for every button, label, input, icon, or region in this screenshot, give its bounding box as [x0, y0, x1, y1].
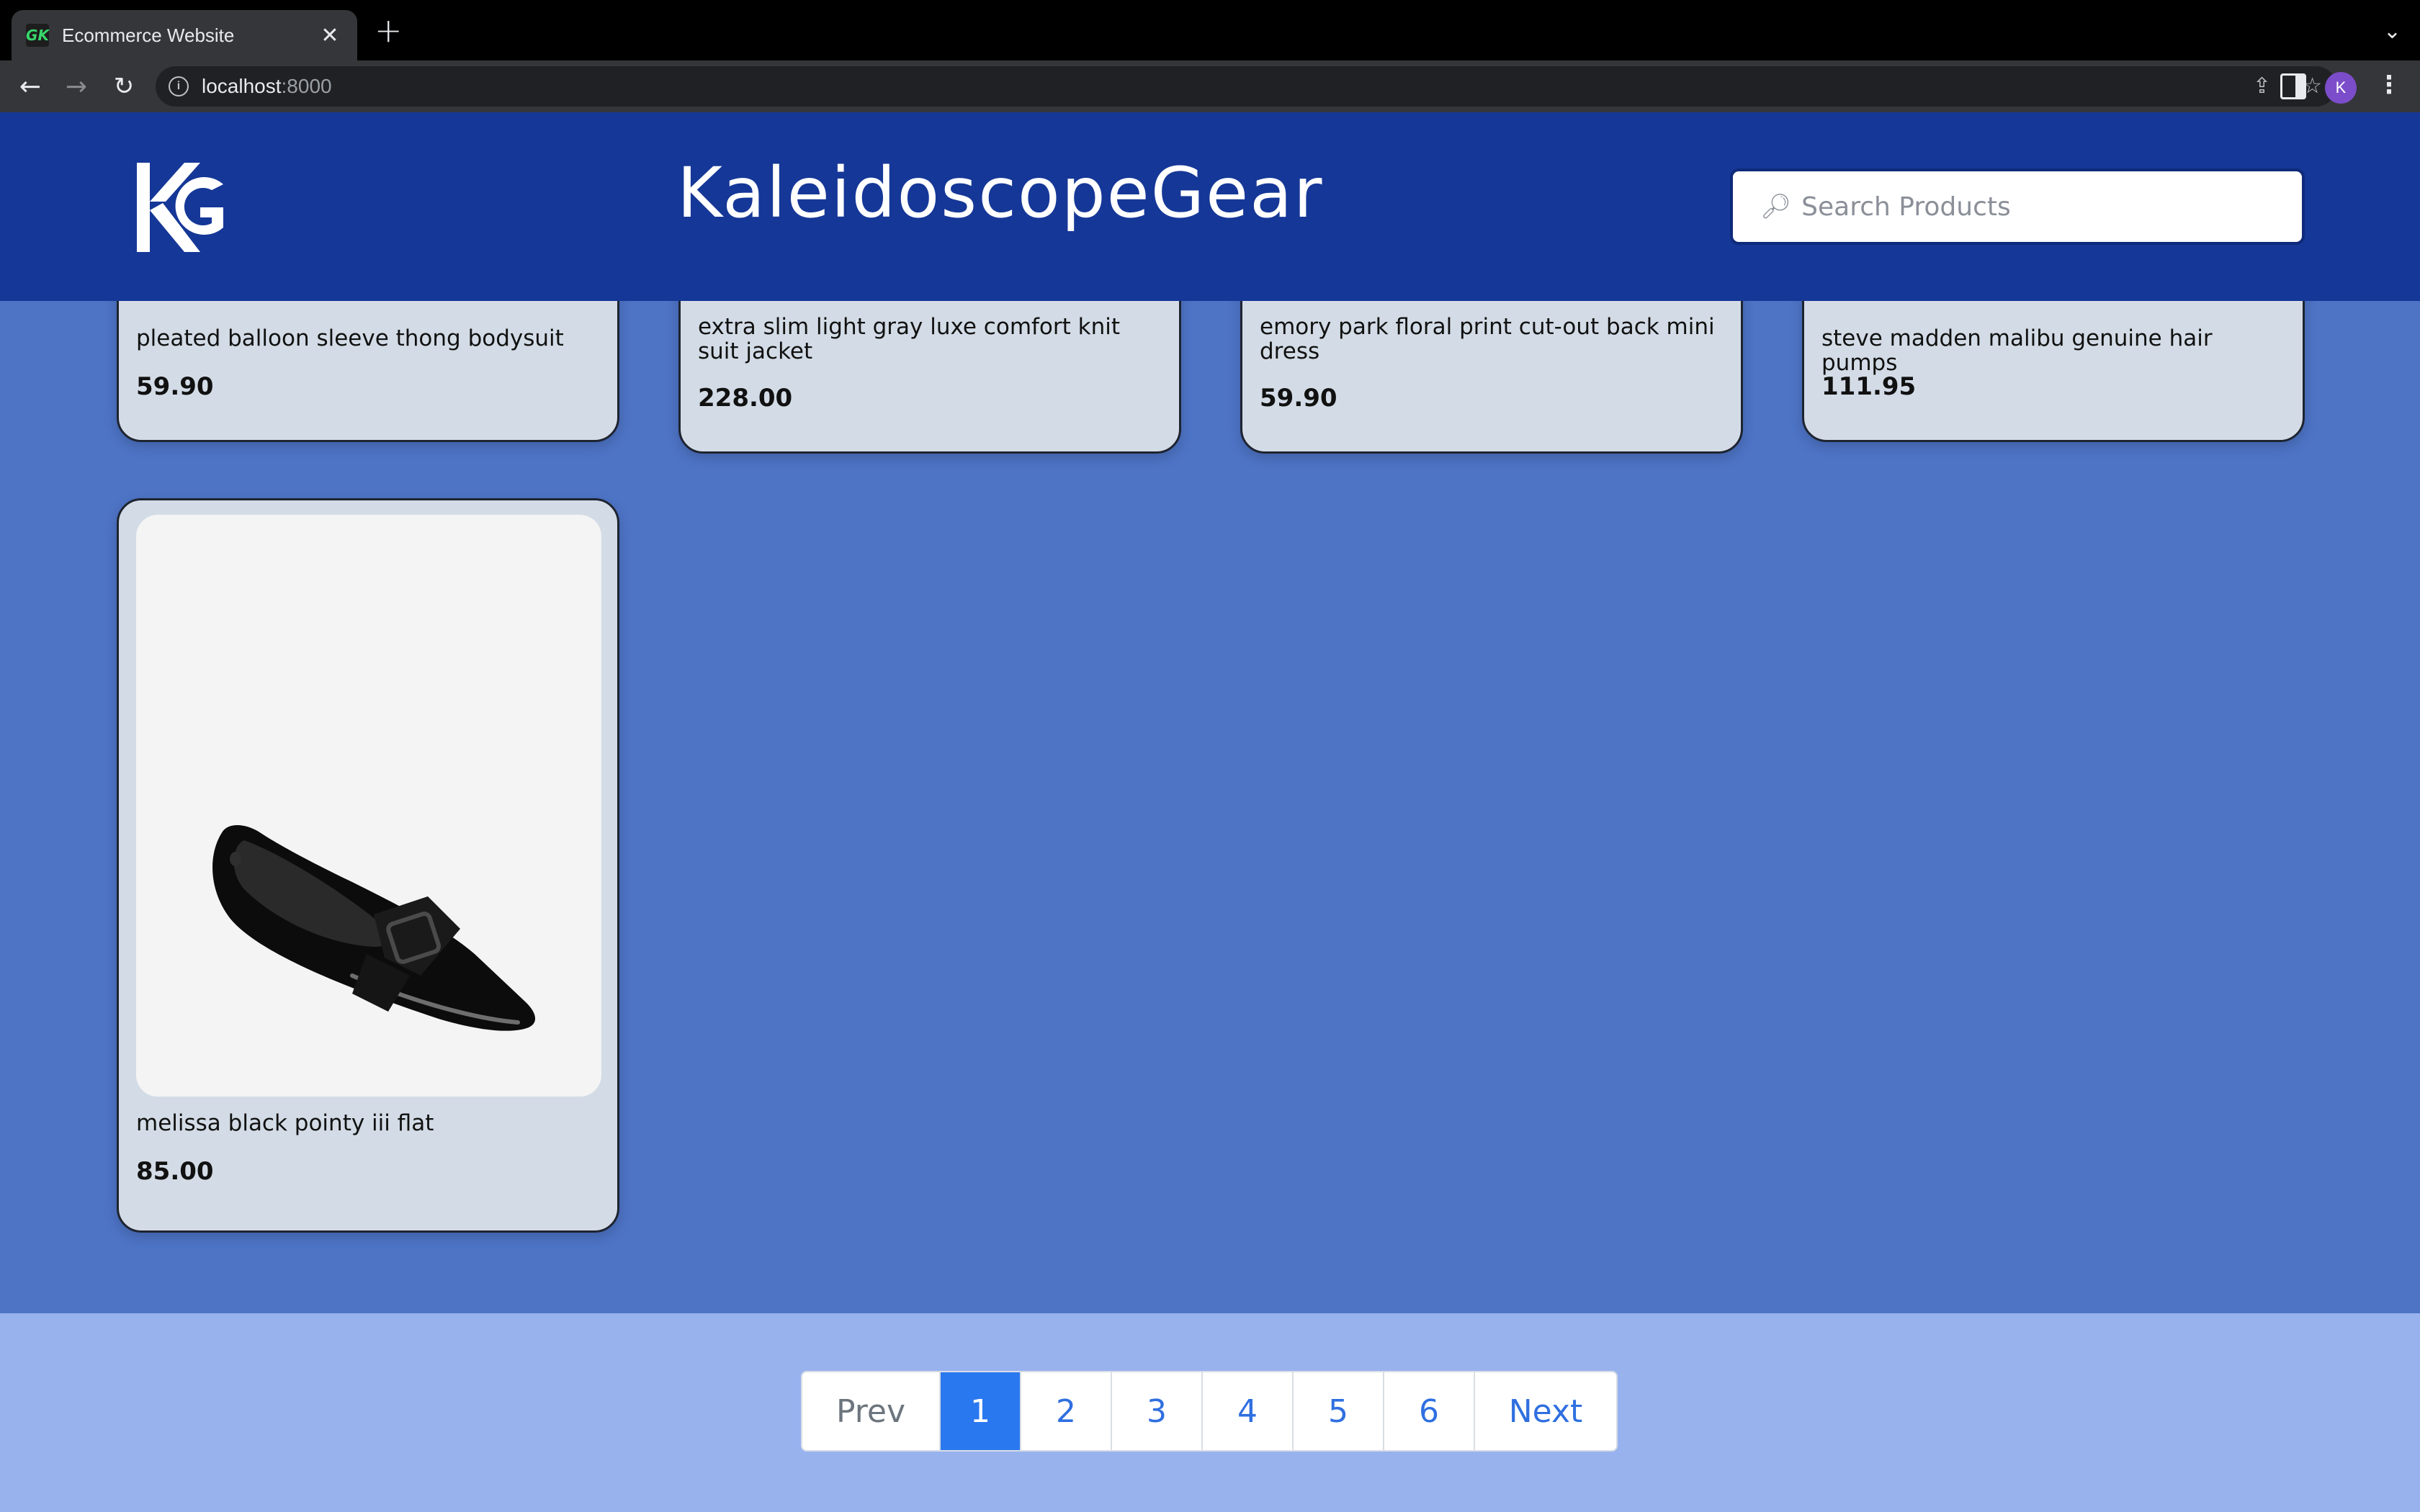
brand-title[interactable]: KaleidoscopeGear — [677, 153, 1323, 233]
tab-search-chevron-icon[interactable]: ⌄ — [2383, 19, 2401, 44]
browser-tabstrip: GK Ecommerce Website ✕ + ⌄ — [0, 0, 2420, 60]
profile-avatar[interactable]: K — [2325, 72, 2357, 104]
product-name: pleated balloon sleeve thong bodysuit — [136, 325, 564, 351]
page-5-button[interactable]: 5 — [1294, 1372, 1384, 1450]
side-panel-icon[interactable] — [2280, 73, 2306, 99]
site-header: KaleidoscopeGear 🔍︎ — [0, 112, 2420, 301]
page-4-button[interactable]: 4 — [1203, 1372, 1294, 1450]
product-price: 111.95 — [1821, 372, 1917, 401]
tab-close-icon[interactable]: ✕ — [317, 23, 343, 48]
tab-title: Ecommerce Website — [62, 24, 235, 46]
product-price: 59.90 — [1260, 384, 1337, 413]
browser-tab[interactable]: GK Ecommerce Website ✕ — [12, 10, 357, 60]
product-card[interactable]: melissa black pointy iii flat 85.00 — [117, 498, 619, 1233]
site-favicon-icon: GK — [26, 24, 49, 47]
page-3-button[interactable]: 3 — [1112, 1372, 1203, 1450]
page-6-button[interactable]: 6 — [1384, 1372, 1475, 1450]
address-bar[interactable]: i localhost:8000 ⇪ ☆ — [156, 66, 2336, 107]
pagination: Prev 1 2 3 4 5 6 Next — [801, 1371, 1618, 1452]
product-name: emory park floral print cut-out back min… — [1260, 314, 1715, 364]
url-text: localhost:8000 — [202, 75, 332, 97]
share-icon[interactable]: ⇪ — [2253, 73, 2271, 99]
back-arrow-icon[interactable]: ← — [13, 69, 48, 104]
product-name: extra slim light gray luxe comfort knit … — [698, 314, 1121, 364]
product-image[interactable] — [136, 515, 601, 1097]
product-name: melissa black pointy iii flat — [136, 1110, 434, 1136]
page-1-button[interactable]: 1 — [941, 1372, 1021, 1450]
product-price: 59.90 — [136, 372, 214, 401]
forward-arrow-icon[interactable]: → — [59, 69, 94, 104]
next-page-button[interactable]: Next — [1475, 1372, 1616, 1450]
product-price: 85.00 — [136, 1157, 214, 1186]
search-input[interactable] — [1801, 192, 2302, 222]
kg-logo-icon[interactable] — [134, 158, 226, 256]
site-info-icon[interactable]: i — [169, 76, 189, 96]
product-price: 228.00 — [698, 384, 793, 413]
browser-toolbar: ← → ↻ i localhost:8000 ⇪ ☆ K ⋮ — [0, 60, 2420, 112]
product-name: steve madden malibu genuine hair pumps — [1821, 325, 2213, 376]
prev-page-button[interactable]: Prev — [802, 1372, 941, 1450]
reload-icon[interactable]: ↻ — [107, 69, 141, 104]
page-2-button[interactable]: 2 — [1021, 1372, 1112, 1450]
search-bar[interactable]: 🔍︎ — [1730, 168, 2305, 245]
search-icon: 🔍︎ — [1760, 192, 1792, 221]
new-tab-icon[interactable]: + — [375, 14, 403, 47]
black-pointy-flat-shoe-icon — [212, 825, 536, 1031]
browser-menu-icon[interactable]: ⋮ — [2377, 71, 2401, 99]
